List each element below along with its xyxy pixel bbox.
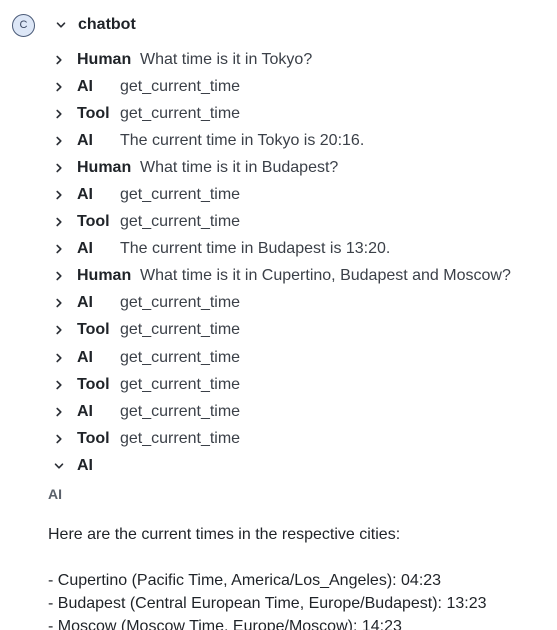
message-row[interactable]: AI The current time in Budapest is 13:20… bbox=[52, 236, 552, 263]
message-detail: AI Here are the current times in the res… bbox=[48, 486, 548, 630]
run-title: chatbot bbox=[78, 16, 136, 33]
message-role: AI bbox=[77, 294, 93, 312]
message-row[interactable]: Human What time is it in Budapest? bbox=[52, 154, 552, 181]
chevron-right-icon[interactable] bbox=[52, 107, 66, 121]
message-preview: get_current_time bbox=[120, 77, 241, 95]
message-role: AI bbox=[77, 456, 93, 474]
message-role: Tool bbox=[77, 429, 110, 447]
message-preview: get_current_time bbox=[120, 321, 241, 339]
chevron-down-icon[interactable] bbox=[54, 18, 68, 32]
message-row[interactable]: AI get_current_time bbox=[52, 398, 552, 425]
message-role: Human bbox=[77, 158, 132, 176]
message-role: Human bbox=[77, 50, 132, 68]
message-role: Tool bbox=[77, 213, 110, 231]
chevron-right-icon[interactable] bbox=[52, 323, 66, 337]
message-role: AI bbox=[77, 402, 93, 420]
message-role: Human bbox=[77, 267, 132, 285]
chevron-right-icon[interactable] bbox=[52, 161, 66, 175]
message-row[interactable]: AI get_current_time bbox=[52, 290, 552, 317]
message-row[interactable]: Human What time is it in Tokyo? bbox=[52, 46, 552, 73]
message-row[interactable]: Tool get_current_time bbox=[52, 209, 552, 236]
chevron-right-icon[interactable] bbox=[52, 432, 66, 446]
detail-line: - Moscow (Moscow Time, Europe/Moscow): 1… bbox=[48, 618, 402, 630]
detail-line: - Budapest (Central European Time, Europ… bbox=[48, 595, 487, 612]
chevron-right-icon[interactable] bbox=[52, 269, 66, 283]
message-preview: get_current_time bbox=[120, 213, 241, 231]
chevron-right-icon[interactable] bbox=[52, 378, 66, 392]
chevron-right-icon[interactable] bbox=[52, 215, 66, 229]
message-preview: get_current_time bbox=[120, 402, 241, 420]
message-preview: get_current_time bbox=[120, 348, 241, 366]
message-role: AI bbox=[77, 348, 93, 366]
message-row[interactable]: Human What time is it in Cupertino, Buda… bbox=[52, 263, 552, 290]
message-row[interactable]: Tool get_current_time bbox=[52, 371, 552, 398]
message-row[interactable]: AI get_current_time bbox=[52, 73, 552, 100]
detail-intro: Here are the current times in the respec… bbox=[48, 526, 401, 543]
message-role: AI bbox=[77, 77, 93, 95]
chevron-right-icon[interactable] bbox=[52, 188, 66, 202]
avatar-letter: C bbox=[19, 19, 28, 31]
message-preview: What time is it in Budapest? bbox=[140, 158, 339, 176]
chevron-right-icon[interactable] bbox=[52, 53, 66, 67]
message-preview: What time is it in Cupertino, Budapest a… bbox=[140, 267, 511, 285]
chevron-right-icon[interactable] bbox=[52, 296, 66, 310]
message-row[interactable]: Tool get_current_time bbox=[52, 317, 552, 344]
message-row[interactable]: AI get_current_time bbox=[52, 181, 552, 208]
chevron-right-icon[interactable] bbox=[52, 405, 66, 419]
detail-line: - Cupertino (Pacific Time, America/Los_A… bbox=[48, 572, 442, 589]
message-preview: The current time in Budapest is 13:20. bbox=[120, 240, 391, 258]
message-list: Human What time is it in Tokyo? AI get_c… bbox=[52, 46, 552, 480]
run-avatar: C bbox=[12, 13, 35, 37]
message-role: Tool bbox=[77, 321, 110, 339]
message-preview: The current time in Tokyo is 20:16. bbox=[120, 131, 365, 149]
chevron-right-icon[interactable] bbox=[52, 134, 66, 148]
message-preview: get_current_time bbox=[120, 186, 241, 204]
root-run-row[interactable]: C chatbot bbox=[12, 13, 136, 37]
message-role: AI bbox=[77, 240, 93, 258]
message-role: AI bbox=[77, 131, 93, 149]
chevron-right-icon[interactable] bbox=[52, 351, 66, 365]
message-row[interactable]: Tool get_current_time bbox=[52, 425, 552, 452]
chevron-down-icon[interactable] bbox=[52, 459, 66, 473]
detail-role-label: AI bbox=[48, 486, 62, 502]
message-preview: get_current_time bbox=[120, 429, 241, 447]
message-row[interactable]: AI get_current_time bbox=[52, 344, 552, 371]
message-role: Tool bbox=[77, 104, 110, 122]
chevron-right-icon[interactable] bbox=[52, 80, 66, 94]
detail-content: Here are the current times in the respec… bbox=[48, 523, 548, 630]
message-preview: get_current_time bbox=[120, 104, 241, 122]
chevron-right-icon[interactable] bbox=[52, 242, 66, 256]
message-preview: What time is it in Tokyo? bbox=[140, 50, 313, 68]
message-role: AI bbox=[77, 186, 93, 204]
message-role: Tool bbox=[77, 375, 110, 393]
message-preview: get_current_time bbox=[120, 294, 241, 312]
message-row[interactable]: AI The current time in Tokyo is 20:16. bbox=[52, 127, 552, 154]
expanded-message-row[interactable]: AI bbox=[52, 452, 552, 479]
message-row[interactable]: Tool get_current_time bbox=[52, 100, 552, 127]
message-preview: get_current_time bbox=[120, 375, 241, 393]
